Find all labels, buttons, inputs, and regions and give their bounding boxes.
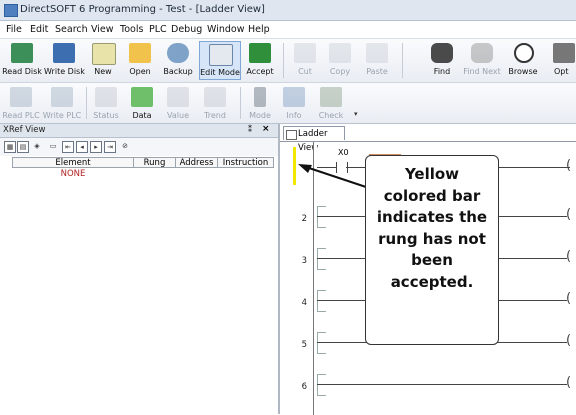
callout-text: Yellow colored bar indicates the rung ha…: [376, 165, 488, 291]
annotation-callout: Yellow colored bar indicates the rung ha…: [365, 155, 499, 345]
arrow-head-icon: [298, 164, 312, 173]
